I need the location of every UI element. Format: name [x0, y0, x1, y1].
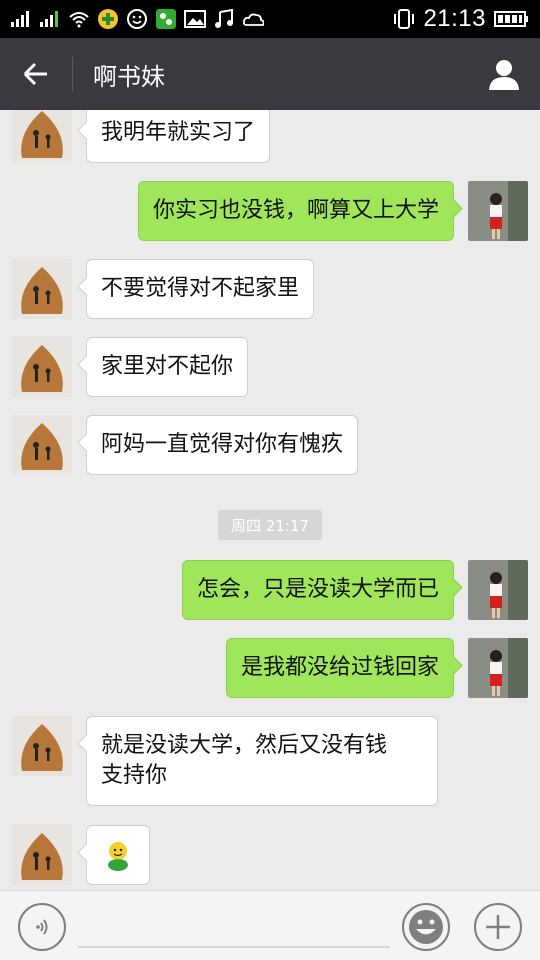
message-bubble[interactable]: 不要觉得对不起家里 — [86, 259, 315, 319]
input-bar — [0, 890, 540, 960]
more-button[interactable] — [474, 903, 522, 951]
plus-icon — [486, 915, 510, 939]
message-bubble[interactable]: 阿妈一直觉得对你有愧疚 — [86, 415, 359, 475]
status-bar: 21:13 — [0, 0, 540, 38]
contact-avatar[interactable] — [12, 259, 72, 319]
app-icon — [155, 9, 177, 29]
message-bubble[interactable] — [86, 825, 150, 885]
message-bubble[interactable]: 你实习也没钱，啊算又上大学 — [137, 181, 454, 241]
emoji-icon — [409, 910, 443, 944]
smiley-icon — [126, 9, 148, 29]
voice-icon — [36, 919, 48, 935]
message-bubble[interactable]: 家里对不起你 — [86, 337, 249, 397]
cloud-icon — [242, 9, 264, 29]
plus-app-icon — [97, 9, 119, 29]
title-bar: 啊书妹 — [0, 38, 540, 110]
title-divider — [72, 57, 73, 91]
message-bubble[interactable]: 我明年就实习了 — [86, 110, 271, 163]
profile-button[interactable] — [468, 38, 540, 110]
contact-avatar[interactable] — [12, 110, 72, 163]
my-avatar[interactable] — [468, 638, 528, 698]
contact-avatar[interactable] — [12, 337, 72, 397]
signal-icon — [10, 9, 32, 29]
battery-icon — [494, 9, 530, 29]
image-icon — [184, 9, 206, 29]
vibrate-icon — [393, 9, 415, 29]
message-bubble[interactable]: 是我都没给过钱回家 — [225, 638, 454, 698]
back-arrow-icon — [23, 62, 47, 86]
voice-button[interactable] — [18, 903, 66, 951]
message-bubble[interactable]: 怎会，只是没读大学而已 — [181, 560, 454, 620]
clock: 21:13 — [423, 5, 486, 32]
my-avatar[interactable] — [468, 560, 528, 620]
contact-avatar[interactable] — [12, 415, 72, 475]
message-input[interactable] — [78, 946, 390, 948]
signal-2-icon — [39, 9, 61, 29]
smiley-sticker-icon — [108, 842, 128, 871]
emoji-button[interactable] — [402, 903, 450, 951]
contact-avatar[interactable] — [12, 825, 72, 885]
chat-area[interactable]: 我明年就实习了 你实习也没钱，啊算又上大学 不要觉得对不起家里 家里对不起你 阿… — [0, 110, 540, 890]
chat-title: 啊书妹 — [93, 62, 165, 91]
wifi-icon — [68, 9, 90, 29]
my-avatar[interactable] — [468, 181, 528, 241]
music-icon — [213, 9, 235, 29]
time-divider: 周四 21:17 — [218, 510, 322, 540]
back-button[interactable] — [0, 38, 72, 110]
person-icon — [489, 60, 519, 90]
contact-avatar[interactable] — [12, 716, 72, 776]
message-bubble[interactable]: 就是没读大学，然后又没有钱 支持你 — [86, 716, 438, 806]
